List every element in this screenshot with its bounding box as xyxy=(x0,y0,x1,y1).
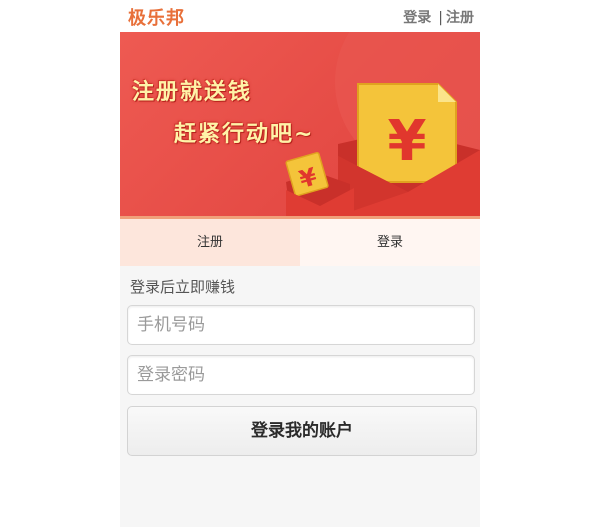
top-links: 登录 | 注册 xyxy=(403,7,474,27)
banner-headline: 注册就送钱 xyxy=(132,80,253,105)
login-submit-button[interactable]: 登录我的账户 xyxy=(127,406,477,456)
tab-login[interactable]: 登录 xyxy=(300,219,480,266)
login-hint: 登录后立即赚钱 xyxy=(130,278,236,296)
promo-banner[interactable]: ¥ ¥ 注册就送钱 赶紧行动吧~ xyxy=(120,32,480,216)
header: 极乐邦 登录 | 注册 xyxy=(120,0,480,33)
banner-subheadline: 赶紧行动吧~ xyxy=(174,122,315,147)
header-login-link[interactable]: 登录 xyxy=(403,10,431,26)
auth-tabs: 注册 登录 xyxy=(120,219,480,266)
header-separator: | xyxy=(438,10,443,26)
big-coin-card: ¥ xyxy=(357,83,457,183)
big-yen-icon: ¥ xyxy=(388,109,427,174)
phone-input[interactable] xyxy=(127,305,475,345)
tab-register[interactable]: 注册 xyxy=(120,219,300,266)
mobile-app: 极乐邦 登录 | 注册 ¥ ¥ 注册就送钱 赶紧行动吧~ 注册 登录 登录后立即… xyxy=(120,0,480,527)
password-input[interactable] xyxy=(127,355,475,395)
header-register-link[interactable]: 注册 xyxy=(446,10,474,26)
brand-logo[interactable]: 极乐邦 xyxy=(128,4,185,30)
